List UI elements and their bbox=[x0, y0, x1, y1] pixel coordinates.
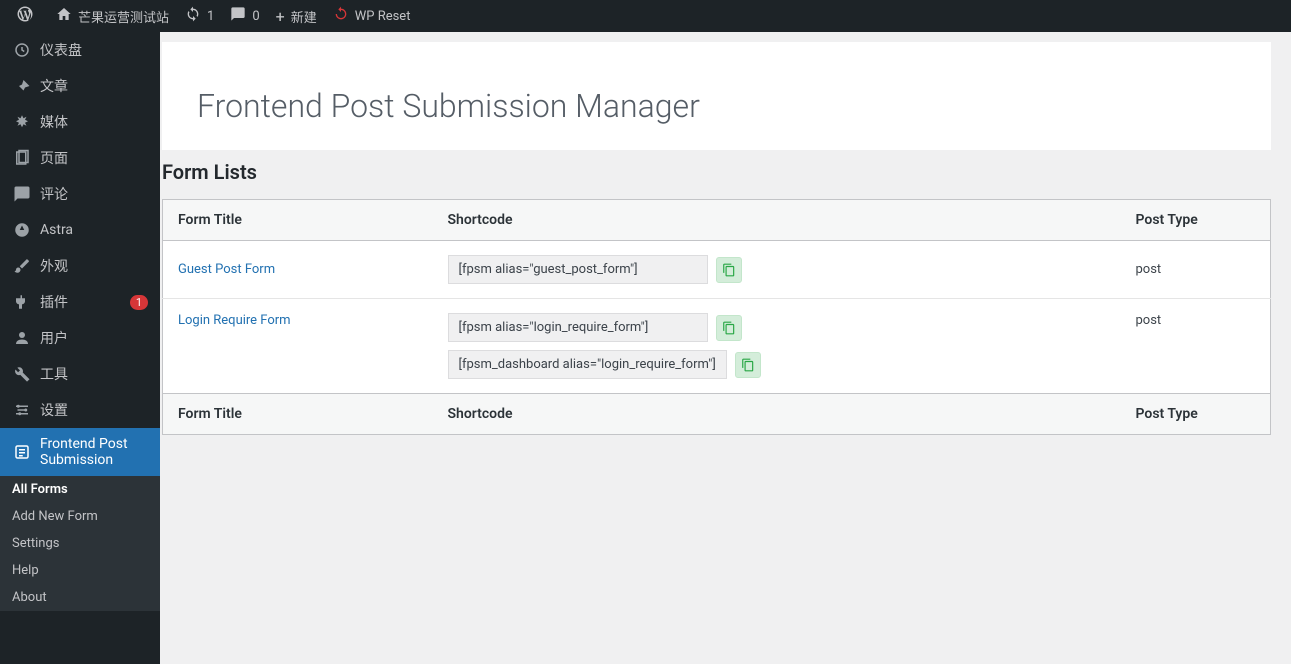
copy-shortcode-button[interactable] bbox=[716, 315, 742, 341]
wrench-icon bbox=[12, 364, 32, 384]
media-icon bbox=[12, 112, 32, 132]
section-title: Form Lists bbox=[162, 160, 1271, 199]
shortcode-text[interactable]: [fpsm alias="guest_post_form"] bbox=[448, 255, 708, 284]
sidebar-item-appearance[interactable]: 外观 bbox=[0, 248, 160, 284]
sidebar-item-label: 外观 bbox=[40, 256, 148, 276]
sidebar-item-plugins[interactable]: 插件 1 bbox=[0, 284, 160, 320]
sidebar-item-label: 页面 bbox=[40, 148, 148, 168]
sidebar-item-media[interactable]: 媒体 bbox=[0, 104, 160, 140]
form-title-link[interactable]: Login Require Form bbox=[178, 313, 291, 328]
home-icon bbox=[56, 6, 72, 26]
clipboard-icon bbox=[741, 358, 755, 372]
wordpress-icon bbox=[16, 5, 34, 27]
sidebar-item-label: 媒体 bbox=[40, 112, 148, 132]
copy-shortcode-button[interactable] bbox=[735, 352, 761, 378]
sidebar-item-settings[interactable]: 设置 bbox=[0, 392, 160, 428]
page-title: Frontend Post Submission Manager bbox=[162, 42, 1271, 150]
wpreset-label: WP Reset bbox=[355, 9, 411, 24]
sidebar-item-label: 文章 bbox=[40, 76, 148, 96]
clipboard-icon bbox=[722, 321, 736, 335]
table-row: Guest Post Form [fpsm alias="guest_post_… bbox=[163, 241, 1271, 299]
brush-icon bbox=[12, 256, 32, 276]
sidebar-item-label: Astra bbox=[40, 222, 148, 238]
sidebar-item-tools[interactable]: 工具 bbox=[0, 356, 160, 392]
comment-icon bbox=[12, 184, 32, 204]
sidebar-item-label: Frontend Post Submission bbox=[40, 436, 148, 468]
sidebar-item-label: 设置 bbox=[40, 400, 148, 420]
submenu-help[interactable]: Help bbox=[0, 557, 160, 584]
refresh-icon bbox=[185, 6, 201, 26]
form-title-link[interactable]: Guest Post Form bbox=[178, 262, 275, 277]
post-type-cell: post bbox=[1121, 299, 1271, 394]
plugin-update-badge: 1 bbox=[130, 295, 148, 310]
tf-shortcode[interactable]: Shortcode bbox=[433, 394, 1121, 435]
dashboard-icon bbox=[12, 40, 32, 60]
comment-icon bbox=[230, 6, 246, 26]
submenu-add-new-form[interactable]: Add New Form bbox=[0, 503, 160, 530]
th-form-title[interactable]: Form Title bbox=[163, 200, 433, 241]
sidebar-item-label: 仪表盘 bbox=[40, 40, 148, 60]
sidebar-item-astra[interactable]: Astra bbox=[0, 212, 160, 248]
sidebar-item-pages[interactable]: 页面 bbox=[0, 140, 160, 176]
page-icon bbox=[12, 148, 32, 168]
clipboard-icon bbox=[722, 263, 736, 277]
user-icon bbox=[12, 328, 32, 348]
tf-post-type[interactable]: Post Type bbox=[1121, 394, 1271, 435]
pin-icon bbox=[12, 76, 32, 96]
th-shortcode[interactable]: Shortcode bbox=[433, 200, 1121, 241]
submenu-about[interactable]: About bbox=[0, 584, 160, 611]
new-label: 新建 bbox=[291, 7, 317, 26]
sidebar-item-label: 工具 bbox=[40, 364, 148, 384]
new-content-link[interactable]: + 新建 bbox=[268, 0, 325, 32]
admin-sidebar: 仪表盘 文章 媒体 页面 评论 Astra 外观 插件 1 bbox=[0, 32, 160, 664]
submenu-all-forms[interactable]: All Forms bbox=[0, 476, 160, 503]
submenu-settings[interactable]: Settings bbox=[0, 530, 160, 557]
wpreset-link[interactable]: WP Reset bbox=[325, 0, 419, 32]
wp-logo[interactable] bbox=[8, 0, 48, 32]
form-icon bbox=[12, 442, 32, 462]
shortcode-text[interactable]: [fpsm alias="login_require_form"] bbox=[448, 313, 708, 342]
site-name-link[interactable]: 芒果运营测试站 bbox=[48, 0, 177, 32]
post-type-cell: post bbox=[1121, 241, 1271, 299]
updates-count: 1 bbox=[207, 9, 214, 24]
settings-icon bbox=[12, 400, 32, 420]
sidebar-item-dashboard[interactable]: 仪表盘 bbox=[0, 32, 160, 68]
sidebar-item-users[interactable]: 用户 bbox=[0, 320, 160, 356]
sidebar-item-label: 评论 bbox=[40, 184, 148, 204]
astra-icon bbox=[12, 220, 32, 240]
sidebar-item-fpsm[interactable]: Frontend Post Submission bbox=[0, 428, 160, 476]
forms-table: Form Title Shortcode Post Type Guest Pos… bbox=[162, 199, 1271, 435]
sidebar-item-label: 用户 bbox=[40, 328, 148, 348]
sidebar-item-posts[interactable]: 文章 bbox=[0, 68, 160, 104]
copy-shortcode-button[interactable] bbox=[716, 257, 742, 283]
sidebar-item-label: 插件 bbox=[40, 292, 126, 312]
tf-form-title[interactable]: Form Title bbox=[163, 394, 433, 435]
sidebar-item-comments[interactable]: 评论 bbox=[0, 176, 160, 212]
updates-link[interactable]: 1 bbox=[177, 0, 222, 32]
admin-bar: 芒果运营测试站 1 0 + 新建 WP Reset bbox=[0, 0, 1291, 32]
th-post-type[interactable]: Post Type bbox=[1121, 200, 1271, 241]
comments-link[interactable]: 0 bbox=[222, 0, 267, 32]
comments-count: 0 bbox=[252, 9, 259, 24]
main-content: Frontend Post Submission Manager Form Li… bbox=[160, 32, 1291, 664]
reset-icon bbox=[333, 6, 349, 26]
plus-icon: + bbox=[276, 7, 285, 26]
site-name: 芒果运营测试站 bbox=[78, 7, 169, 26]
plugin-icon bbox=[12, 292, 32, 312]
table-row: Login Require Form [fpsm alias="login_re… bbox=[163, 299, 1271, 394]
fpsm-submenu: All Forms Add New Form Settings Help Abo… bbox=[0, 476, 160, 611]
shortcode-text[interactable]: [fpsm_dashboard alias="login_require_for… bbox=[448, 350, 727, 379]
